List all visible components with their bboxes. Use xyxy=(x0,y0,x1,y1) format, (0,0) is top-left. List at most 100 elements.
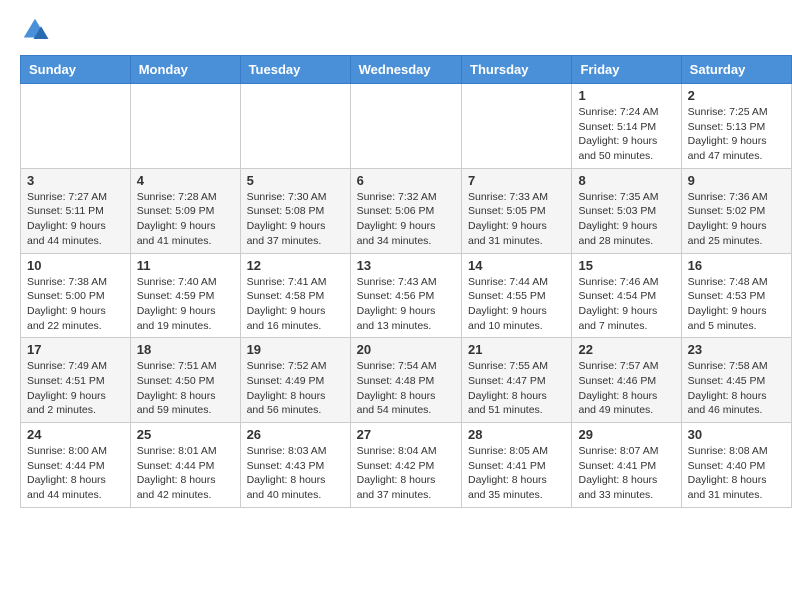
day-header-tuesday: Tuesday xyxy=(240,56,350,84)
calendar-day-27: 27 Sunrise: 8:04 AMSunset: 4:42 PMDayligh… xyxy=(350,423,461,508)
logo-icon xyxy=(20,15,50,45)
calendar-day-17: 17 Sunrise: 7:49 AMSunset: 4:51 PMDayligh… xyxy=(21,338,131,423)
calendar-day-18: 18Sunrise: 7:51 AMSunset: 4:50 PMDayligh… xyxy=(130,338,240,423)
day-info: Sunrise: 8:05 AMSunset: 4:41 PMDaylight:… xyxy=(468,444,565,503)
calendar-day-24: 24 Sunrise: 8:00 AMSunset: 4:44 PMDayligh… xyxy=(21,423,131,508)
day-number: 30 xyxy=(688,427,785,442)
calendar-day-22: 22Sunrise: 7:57 AMSunset: 4:46 PMDayligh… xyxy=(572,338,681,423)
calendar-day-21: 21 Sunrise: 7:55 AMSunset: 4:47 PMDayligh… xyxy=(462,338,572,423)
calendar-day-5: 5 Sunrise: 7:30 AMSunset: 5:08 PMDaylight… xyxy=(240,168,350,253)
calendar-day-7: 7Sunrise: 7:33 AMSunset: 5:05 PMDaylight… xyxy=(462,168,572,253)
day-number: 21 xyxy=(468,342,565,357)
day-number: 2 xyxy=(688,88,785,103)
calendar-week-row: 10 Sunrise: 7:38 AMSunset: 5:00 PMDayligh… xyxy=(21,253,792,338)
day-info: Sunrise: 7:32 AMSunset: 5:06 PMDaylight:… xyxy=(357,190,455,249)
day-number: 8 xyxy=(578,173,674,188)
logo xyxy=(20,15,55,45)
day-info: Sunrise: 7:40 AMSunset: 4:59 PMDaylight:… xyxy=(137,275,234,334)
calendar-day-28: 28 Sunrise: 8:05 AMSunset: 4:41 PMDayligh… xyxy=(462,423,572,508)
day-info: Sunrise: 7:30 AMSunset: 5:08 PMDaylight:… xyxy=(247,190,344,249)
calendar-day-10: 10 Sunrise: 7:38 AMSunset: 5:00 PMDayligh… xyxy=(21,253,131,338)
calendar-week-row: 1 Sunrise: 7:24 AMSunset: 5:14 PMDaylight… xyxy=(21,84,792,169)
day-number: 4 xyxy=(137,173,234,188)
day-number: 14 xyxy=(468,258,565,273)
day-info: Sunrise: 7:52 AMSunset: 4:49 PMDaylight:… xyxy=(247,359,344,418)
day-info: Sunrise: 7:57 AMSunset: 4:46 PMDaylight:… xyxy=(578,359,674,418)
calendar-header-row: SundayMondayTuesdayWednesdayThursdayFrid… xyxy=(21,56,792,84)
day-info: Sunrise: 7:24 AMSunset: 5:14 PMDaylight:… xyxy=(578,105,674,164)
calendar-day-empty xyxy=(350,84,461,169)
calendar-day-12: 12 Sunrise: 7:41 AMSunset: 4:58 PMDayligh… xyxy=(240,253,350,338)
day-header-wednesday: Wednesday xyxy=(350,56,461,84)
day-number: 1 xyxy=(578,88,674,103)
day-info: Sunrise: 7:38 AMSunset: 5:00 PMDaylight:… xyxy=(27,275,124,334)
calendar-day-1: 1 Sunrise: 7:24 AMSunset: 5:14 PMDaylight… xyxy=(572,84,681,169)
calendar-day-empty xyxy=(21,84,131,169)
day-number: 16 xyxy=(688,258,785,273)
day-info: Sunrise: 8:01 AMSunset: 4:44 PMDaylight:… xyxy=(137,444,234,503)
day-number: 29 xyxy=(578,427,674,442)
day-info: Sunrise: 7:35 AMSunset: 5:03 PMDaylight:… xyxy=(578,190,674,249)
day-number: 6 xyxy=(357,173,455,188)
calendar-week-row: 24 Sunrise: 8:00 AMSunset: 4:44 PMDayligh… xyxy=(21,423,792,508)
calendar-day-6: 6 Sunrise: 7:32 AMSunset: 5:06 PMDaylight… xyxy=(350,168,461,253)
day-number: 24 xyxy=(27,427,124,442)
day-info: Sunrise: 8:03 AMSunset: 4:43 PMDaylight:… xyxy=(247,444,344,503)
calendar-day-16: 16 Sunrise: 7:48 AMSunset: 4:53 PMDayligh… xyxy=(681,253,791,338)
day-number: 12 xyxy=(247,258,344,273)
day-info: Sunrise: 7:49 AMSunset: 4:51 PMDaylight:… xyxy=(27,359,124,418)
page-header xyxy=(0,0,792,55)
calendar-day-20: 20 Sunrise: 7:54 AMSunset: 4:48 PMDayligh… xyxy=(350,338,461,423)
calendar-day-2: 2Sunrise: 7:25 AMSunset: 5:13 PMDaylight… xyxy=(681,84,791,169)
day-info: Sunrise: 7:55 AMSunset: 4:47 PMDaylight:… xyxy=(468,359,565,418)
day-number: 19 xyxy=(247,342,344,357)
day-number: 20 xyxy=(357,342,455,357)
day-number: 27 xyxy=(357,427,455,442)
day-info: Sunrise: 7:43 AMSunset: 4:56 PMDaylight:… xyxy=(357,275,455,334)
page-container: SundayMondayTuesdayWednesdayThursdayFrid… xyxy=(0,0,792,518)
calendar-day-empty xyxy=(130,84,240,169)
calendar-table: SundayMondayTuesdayWednesdayThursdayFrid… xyxy=(20,55,792,508)
day-number: 11 xyxy=(137,258,234,273)
calendar-day-14: 14Sunrise: 7:44 AMSunset: 4:55 PMDayligh… xyxy=(462,253,572,338)
calendar-day-26: 26Sunrise: 8:03 AMSunset: 4:43 PMDayligh… xyxy=(240,423,350,508)
day-info: Sunrise: 7:41 AMSunset: 4:58 PMDaylight:… xyxy=(247,275,344,334)
day-info: Sunrise: 8:07 AMSunset: 4:41 PMDaylight:… xyxy=(578,444,674,503)
calendar-day-4: 4 Sunrise: 7:28 AMSunset: 5:09 PMDaylight… xyxy=(130,168,240,253)
day-number: 25 xyxy=(137,427,234,442)
calendar-day-11: 11 Sunrise: 7:40 AMSunset: 4:59 PMDayligh… xyxy=(130,253,240,338)
day-info: Sunrise: 7:46 AMSunset: 4:54 PMDaylight:… xyxy=(578,275,674,334)
calendar-day-8: 8 Sunrise: 7:35 AMSunset: 5:03 PMDaylight… xyxy=(572,168,681,253)
day-number: 23 xyxy=(688,342,785,357)
day-header-sunday: Sunday xyxy=(21,56,131,84)
day-info: Sunrise: 7:48 AMSunset: 4:53 PMDaylight:… xyxy=(688,275,785,334)
calendar-day-empty xyxy=(462,84,572,169)
day-info: Sunrise: 7:28 AMSunset: 5:09 PMDaylight:… xyxy=(137,190,234,249)
calendar-day-29: 29 Sunrise: 8:07 AMSunset: 4:41 PMDayligh… xyxy=(572,423,681,508)
day-info: Sunrise: 7:36 AMSunset: 5:02 PMDaylight:… xyxy=(688,190,785,249)
calendar-day-9: 9 Sunrise: 7:36 AMSunset: 5:02 PMDaylight… xyxy=(681,168,791,253)
day-number: 10 xyxy=(27,258,124,273)
day-number: 5 xyxy=(247,173,344,188)
day-number: 3 xyxy=(27,173,124,188)
day-number: 18 xyxy=(137,342,234,357)
day-header-saturday: Saturday xyxy=(681,56,791,84)
calendar-day-empty xyxy=(240,84,350,169)
day-number: 28 xyxy=(468,427,565,442)
calendar-day-15: 15 Sunrise: 7:46 AMSunset: 4:54 PMDayligh… xyxy=(572,253,681,338)
day-info: Sunrise: 8:00 AMSunset: 4:44 PMDaylight:… xyxy=(27,444,124,503)
day-info: Sunrise: 7:54 AMSunset: 4:48 PMDaylight:… xyxy=(357,359,455,418)
day-number: 13 xyxy=(357,258,455,273)
calendar-day-25: 25 Sunrise: 8:01 AMSunset: 4:44 PMDayligh… xyxy=(130,423,240,508)
calendar-week-row: 17 Sunrise: 7:49 AMSunset: 4:51 PMDayligh… xyxy=(21,338,792,423)
day-number: 7 xyxy=(468,173,565,188)
day-header-monday: Monday xyxy=(130,56,240,84)
day-number: 15 xyxy=(578,258,674,273)
day-number: 9 xyxy=(688,173,785,188)
calendar-week-row: 3Sunrise: 7:27 AMSunset: 5:11 PMDaylight… xyxy=(21,168,792,253)
calendar-day-23: 23Sunrise: 7:58 AMSunset: 4:45 PMDayligh… xyxy=(681,338,791,423)
day-number: 17 xyxy=(27,342,124,357)
calendar-day-3: 3Sunrise: 7:27 AMSunset: 5:11 PMDaylight… xyxy=(21,168,131,253)
calendar-day-19: 19 Sunrise: 7:52 AMSunset: 4:49 PMDayligh… xyxy=(240,338,350,423)
day-info: Sunrise: 8:04 AMSunset: 4:42 PMDaylight:… xyxy=(357,444,455,503)
